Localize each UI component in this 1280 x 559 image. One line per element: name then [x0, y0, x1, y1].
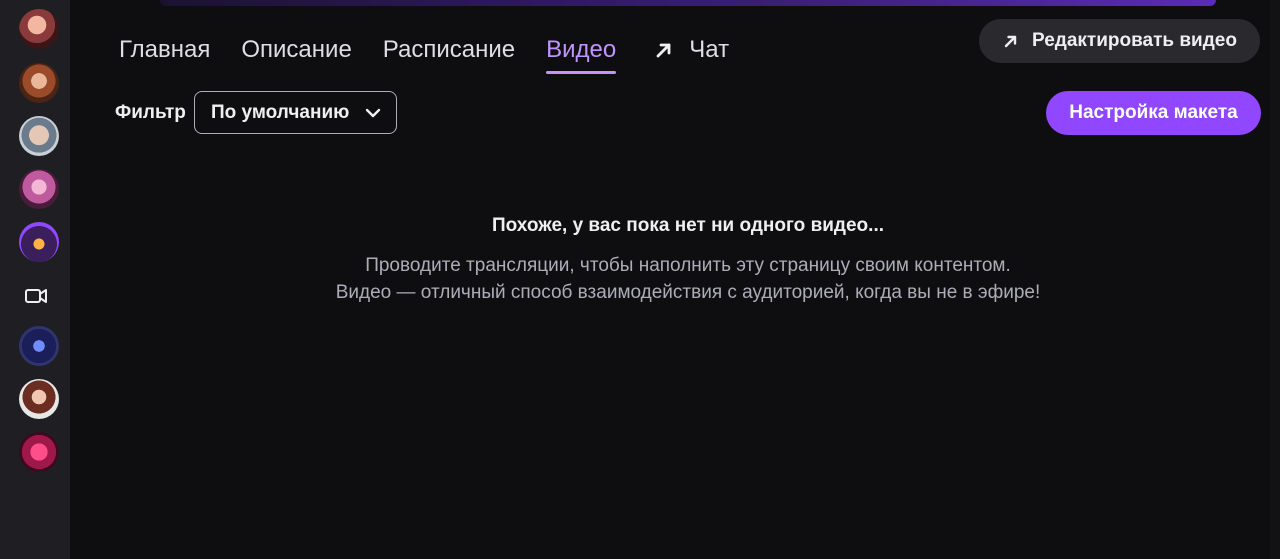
- external-arrow-icon: [1004, 35, 1017, 48]
- tab-videos[interactable]: Видео: [546, 30, 617, 74]
- channel-avatar[interactable]: [19, 169, 59, 209]
- scrollbar-track[interactable]: [1270, 0, 1280, 559]
- edit-video-button[interactable]: Редактировать видео: [979, 19, 1260, 63]
- channel-avatar[interactable]: [19, 63, 59, 103]
- external-arrow-icon: [656, 43, 671, 58]
- tab-label: Видео: [546, 36, 617, 63]
- tab-label: Расписание: [382, 36, 516, 63]
- filter-dropdown[interactable]: По умолчанию: [194, 91, 397, 134]
- tab-chat[interactable]: Чат: [647, 30, 729, 70]
- left-sidebar: [0, 0, 70, 559]
- layout-settings-button[interactable]: Настройка макета: [1046, 91, 1261, 135]
- channel-tabs: Главная Описание Расписание Видео Чат: [119, 30, 760, 76]
- filter-selected-value: По умолчанию: [211, 101, 350, 123]
- channel-avatar[interactable]: [19, 116, 59, 156]
- edit-video-label: Редактировать видео: [1032, 30, 1237, 51]
- empty-state-description: Видео — отличный способ взаимодействия с…: [335, 282, 1041, 303]
- empty-state-title: Похоже, у вас пока нет ни одного видео..…: [492, 215, 884, 236]
- tab-label: Главная: [119, 36, 211, 63]
- channel-avatar[interactable]: [19, 9, 59, 49]
- filter-label: Фильтр: [115, 102, 186, 123]
- channel-avatar[interactable]: [19, 379, 59, 419]
- tab-schedule[interactable]: Расписание: [383, 30, 515, 70]
- layout-settings-label: Настройка макета: [1069, 102, 1238, 123]
- channel-avatar[interactable]: [19, 326, 59, 366]
- channel-avatar[interactable]: [19, 432, 59, 472]
- empty-state-description: Проводите трансляции, чтобы наполнить эт…: [365, 255, 1011, 276]
- tab-label: Описание: [241, 36, 352, 63]
- tab-home[interactable]: Главная: [119, 30, 210, 70]
- tab-label: Чат: [689, 36, 730, 63]
- channel-banner: [160, 0, 1216, 6]
- tab-about[interactable]: Описание: [241, 30, 351, 70]
- chevron-down-icon: [365, 108, 381, 118]
